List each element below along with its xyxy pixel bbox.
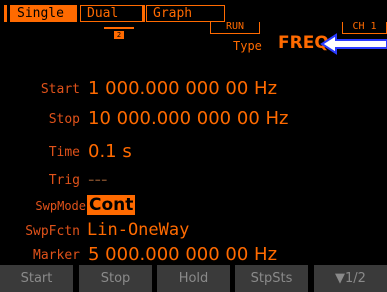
swpmode-value[interactable]: Cont bbox=[87, 195, 136, 215]
swpfctn-value[interactable]: Lin-OneWay bbox=[87, 220, 189, 240]
softkey-hold[interactable]: Hold bbox=[157, 265, 230, 292]
tab-dual[interactable]: Dual bbox=[80, 5, 143, 22]
softkey-next-page[interactable]: ▼1/2 bbox=[314, 265, 387, 292]
swpmode-label: SwpMode bbox=[35, 199, 86, 213]
channel-indicator: 2 bbox=[104, 27, 134, 39]
softkey-stop[interactable]: Stop bbox=[79, 265, 152, 292]
marker-label: Marker bbox=[33, 248, 80, 263]
channel-indicator-number: 2 bbox=[114, 31, 124, 39]
pointer-arrow-icon bbox=[320, 33, 387, 55]
trig-label: Trig bbox=[48, 173, 80, 188]
softkey-start[interactable]: Start bbox=[0, 265, 73, 292]
tab-single[interactable]: Single bbox=[10, 5, 77, 22]
run-status-badge: RUN bbox=[210, 22, 260, 34]
time-value[interactable]: 0.1 s bbox=[88, 141, 132, 162]
type-label: Type bbox=[233, 39, 262, 53]
time-label: Time bbox=[48, 145, 80, 160]
marker-value[interactable]: 5 000.000 000 00 Hz bbox=[88, 244, 277, 265]
softkey-stpsts[interactable]: StpSts bbox=[235, 265, 308, 292]
tab-left-marker bbox=[4, 5, 7, 22]
tab-graph[interactable]: Graph bbox=[146, 5, 225, 22]
start-label: Start bbox=[40, 82, 80, 97]
function-generator-screen: Single Dual Graph 2 RUN CH 1 Type FREQ S… bbox=[0, 0, 387, 292]
start-value[interactable]: 1 000.000 000 00 Hz bbox=[88, 78, 277, 99]
trig-value: --- bbox=[88, 169, 108, 190]
stop-value[interactable]: 10 000.000 000 00 Hz bbox=[88, 108, 288, 129]
softkey-bar: Start Stop Hold StpSts ▼1/2 bbox=[0, 265, 387, 292]
swpfctn-label: SwpFctn bbox=[25, 224, 80, 239]
tab-divider bbox=[143, 5, 145, 22]
stop-label: Stop bbox=[48, 112, 80, 127]
